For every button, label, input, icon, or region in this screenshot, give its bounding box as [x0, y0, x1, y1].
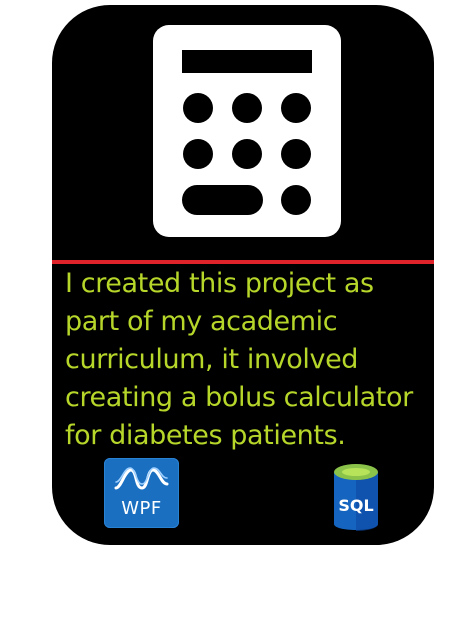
project-card[interactable]: I created this project as part of my aca… [52, 5, 434, 545]
wpf-logo-icon: WPF [104, 458, 179, 528]
sql-database-icon: SQL [332, 460, 380, 538]
project-description: I created this project as part of my aca… [65, 268, 413, 451]
calculator-icon [153, 25, 341, 237]
red-divider [52, 260, 434, 264]
wpf-label: WPF [121, 498, 162, 519]
sql-label: SQL [338, 496, 374, 515]
